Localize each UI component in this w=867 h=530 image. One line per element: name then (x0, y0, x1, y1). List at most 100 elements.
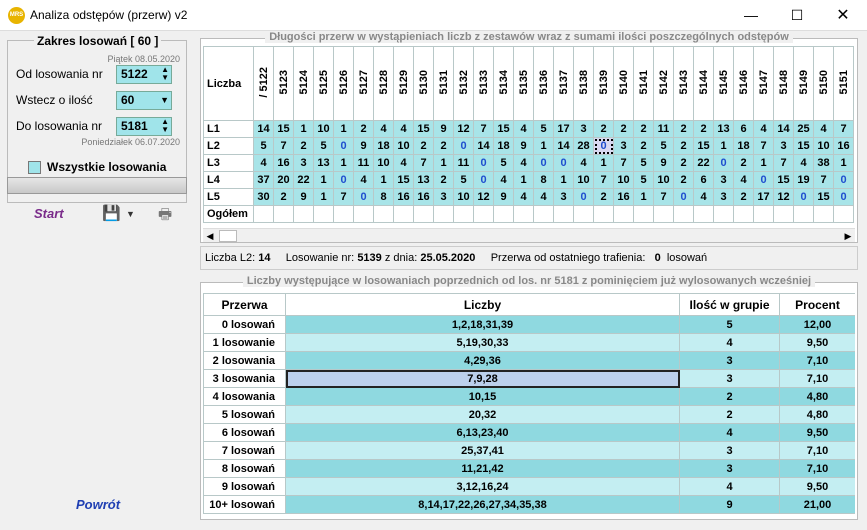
grid-column-header[interactable]: 5147 (753, 46, 774, 121)
grid-cell[interactable]: 0 (673, 188, 694, 206)
grid-cell[interactable]: 9 (513, 137, 534, 155)
grid-row-header[interactable]: L4 (203, 171, 254, 189)
grid-column-header[interactable]: 5149 (793, 46, 814, 121)
grid-cell[interactable]: 2 (433, 171, 454, 189)
grid-cell[interactable]: 3 (433, 188, 454, 206)
grid-cell[interactable]: 4 (353, 171, 374, 189)
grid-cell[interactable]: 2 (673, 137, 694, 155)
grid-cell[interactable]: 2 (673, 154, 694, 172)
table-row[interactable]: 3 losowania 7,9,28 3 7,10 (203, 369, 855, 388)
grid-cell[interactable]: 7 (593, 171, 614, 189)
grid-column-header[interactable]: 5131 (433, 46, 454, 121)
grid-column-header[interactable]: 5148 (773, 46, 794, 121)
all-draws-checkbox[interactable] (28, 161, 41, 174)
grid-cell[interactable]: 4 (533, 188, 554, 206)
grid-cell[interactable]: 20 (273, 171, 294, 189)
table-cell[interactable]: 1,2,18,31,39 (285, 315, 680, 334)
table-cell[interactable]: 7 losowań (203, 441, 286, 460)
table-cell[interactable]: 8 losowań (203, 459, 286, 478)
grid-column-header[interactable]: 5137 (553, 46, 574, 121)
grid-cell[interactable]: 7 (833, 120, 854, 138)
from-spinner[interactable]: 5122 ▲ ▼ (116, 65, 172, 84)
grid-cell[interactable]: 0 (473, 154, 494, 172)
grid-cell[interactable]: 16 (393, 188, 414, 206)
start-button[interactable]: Start (34, 206, 64, 221)
table-cell[interactable]: 0 losowań (203, 315, 286, 334)
summary-column-header[interactable]: Ilość w grupie (679, 293, 780, 316)
table-row[interactable]: 10+ losowań 8,14,17,22,26,27,34,35,38 9 21,… (203, 495, 855, 514)
grid-cell[interactable]: 14 (473, 137, 494, 155)
grid-cell[interactable]: 30 (253, 188, 274, 206)
grid-cell[interactable]: 12 (773, 188, 794, 206)
grid-cell[interactable]: 11 (353, 154, 374, 172)
grid-cell[interactable]: 7 (773, 154, 794, 172)
table-cell[interactable]: 6 losowań (203, 423, 286, 442)
grid-cell[interactable]: 18 (733, 137, 754, 155)
grid-cell[interactable]: 3 (713, 188, 734, 206)
table-cell[interactable]: 10+ losowań (203, 495, 286, 514)
grid-cell[interactable]: 0 (573, 188, 594, 206)
grid-cell[interactable]: 10 (653, 171, 674, 189)
grid-column-header[interactable]: 5151 (833, 46, 854, 121)
table-cell[interactable]: 7,10 (779, 351, 855, 370)
table-cell[interactable]: 7,10 (779, 441, 855, 460)
grid-cell[interactable]: 1 (313, 171, 334, 189)
table-cell[interactable]: 5,19,30,33 (285, 333, 680, 352)
grid-column-header[interactable]: 5130 (413, 46, 434, 121)
grid-cell[interactable]: 1 (513, 171, 534, 189)
all-draws-label[interactable]: Wszystkie losowania (47, 160, 166, 174)
grid-cell[interactable]: 0 (553, 154, 574, 172)
grid-cell[interactable]: 2 (633, 137, 654, 155)
table-cell[interactable]: 3,12,16,24 (285, 477, 680, 496)
table-cell[interactable]: 1 losowanie (203, 333, 286, 352)
grid-cell[interactable]: 4 (513, 188, 534, 206)
horizontal-scrollbar[interactable]: ◀ ▶ (203, 228, 855, 242)
grid-column-header[interactable]: 5128 (373, 46, 394, 121)
table-cell[interactable]: 12,00 (779, 315, 855, 334)
grid-cell[interactable]: 22 (293, 171, 314, 189)
table-cell[interactable]: 2 losowania (203, 351, 286, 370)
grid-cell[interactable]: 7 (613, 154, 634, 172)
grid-cell[interactable]: 18 (493, 137, 514, 155)
grid-column-header[interactable]: 5141 (633, 46, 654, 121)
close-button[interactable]: ✕ (820, 0, 866, 31)
grid-cell[interactable]: 2 (273, 188, 294, 206)
grid-cell[interactable]: 17 (553, 120, 574, 138)
grid-row-header[interactable]: L2 (203, 137, 254, 155)
chevron-down-icon[interactable]: ▼ (126, 209, 135, 219)
table-cell[interactable]: 7,9,28 (285, 369, 680, 388)
grid-cell[interactable]: 1 (633, 188, 654, 206)
grid-cell[interactable]: 5 (633, 154, 654, 172)
grid-cell[interactable]: 1 (593, 154, 614, 172)
print-icon[interactable]: 🖶 (158, 204, 172, 229)
table-row[interactable]: 9 losowań 3,12,16,24 4 9,50 (203, 477, 855, 496)
grid-cell[interactable]: 7 (753, 137, 774, 155)
grid-cell[interactable]: 2 (633, 120, 654, 138)
grid-cell[interactable]: 4 (753, 120, 774, 138)
grid-cell[interactable]: 5 (313, 137, 334, 155)
table-cell[interactable]: 9,50 (779, 333, 855, 352)
grid-cell[interactable]: 38 (813, 154, 834, 172)
grid-cell[interactable]: 4 (513, 120, 534, 138)
return-button[interactable]: Powrót (76, 497, 120, 512)
table-cell[interactable]: 4 (679, 333, 780, 352)
table-cell[interactable]: 6,13,23,40 (285, 423, 680, 442)
table-cell[interactable]: 20,32 (285, 405, 680, 424)
grid-cell[interactable]: 6 (693, 171, 714, 189)
grid-cell[interactable]: 2 (673, 171, 694, 189)
grid-cell[interactable]: 3 (293, 154, 314, 172)
grid-cell[interactable]: 4 (373, 120, 394, 138)
grid-cell[interactable]: 5 (453, 171, 474, 189)
grid-cell[interactable]: 10 (573, 171, 594, 189)
grid-cell[interactable]: 18 (373, 137, 394, 155)
grid-cell[interactable]: 7 (273, 137, 294, 155)
grid-column-header[interactable]: 5146 (733, 46, 754, 121)
table-cell[interactable]: 8,14,17,22,26,27,34,35,38 (285, 495, 680, 514)
grid-cell[interactable]: 15 (693, 137, 714, 155)
minimize-button[interactable]: — (728, 0, 774, 31)
grid-column-header[interactable]: 5124 (293, 46, 314, 121)
grid-cell[interactable]: 16 (413, 188, 434, 206)
grid-cell[interactable]: 7 (333, 188, 354, 206)
grid-cell[interactable]: 4 (813, 120, 834, 138)
table-row[interactable]: 1 losowanie 5,19,30,33 4 9,50 (203, 333, 855, 352)
